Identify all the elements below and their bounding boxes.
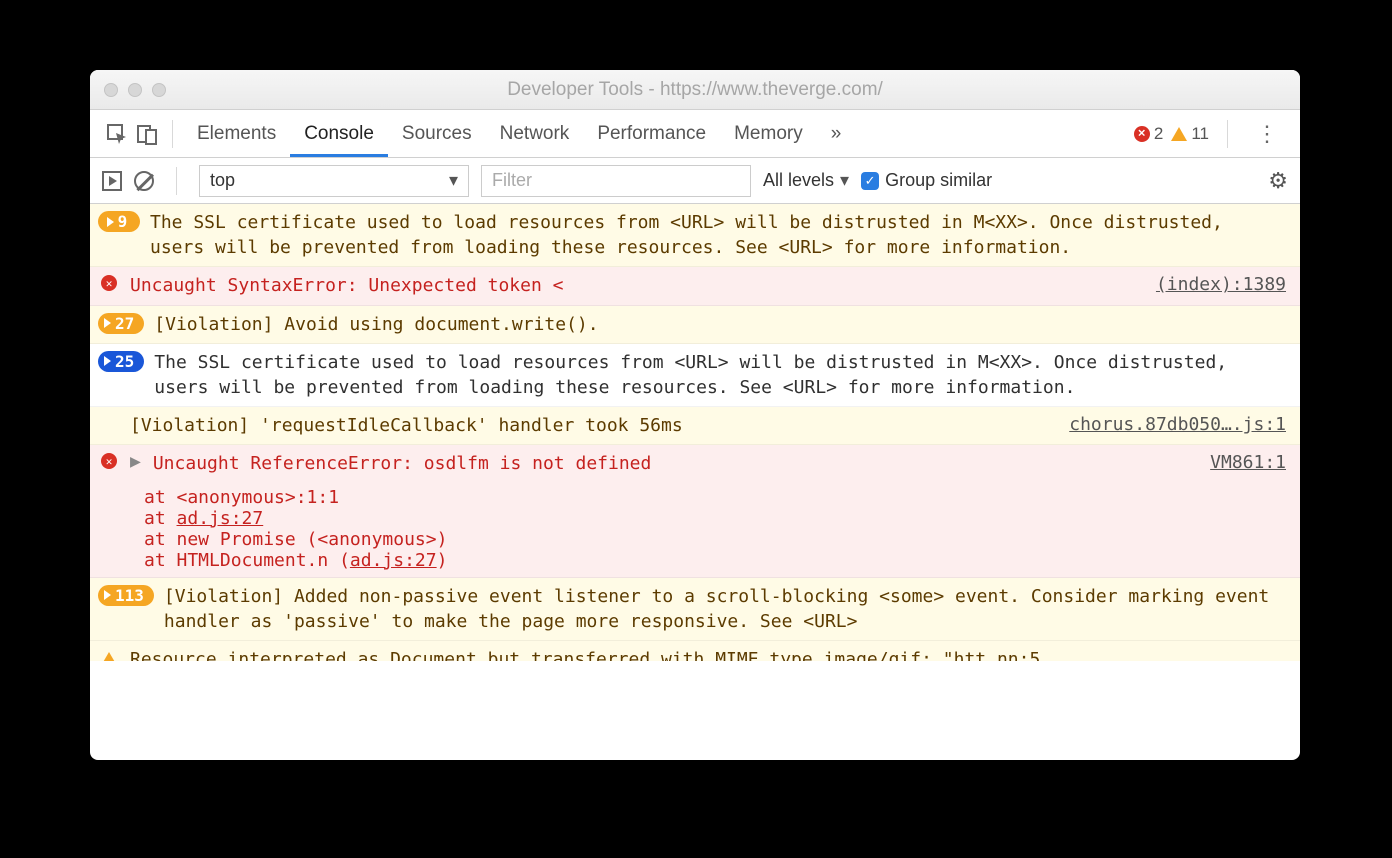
log-message: The SSL certificate used to load resourc…	[154, 350, 1286, 400]
levels-label: All levels	[763, 170, 834, 191]
device-toolbar-icon[interactable]	[132, 119, 162, 149]
warning-count: 11	[1191, 124, 1209, 144]
stack-frame: at HTMLDocument.n (ad.js:27)	[98, 550, 1286, 571]
context-selector[interactable]: top ▾	[199, 165, 469, 197]
log-row[interactable]: 27 [Violation] Avoid using document.writ…	[90, 306, 1300, 344]
error-icon	[101, 275, 117, 291]
tab-elements[interactable]: Elements	[183, 110, 290, 157]
repeat-count-pill: 9	[98, 211, 140, 232]
repeat-count-pill: 113	[98, 585, 154, 606]
log-message: [Violation] 'requestIdleCallback' handle…	[130, 413, 1045, 438]
group-similar-toggle[interactable]: Group similar	[861, 170, 992, 191]
separator	[172, 120, 173, 148]
warning-icon	[102, 652, 116, 661]
toggle-sidebar-icon[interactable]	[102, 171, 122, 191]
log-source-link[interactable]: (index):1389	[1156, 273, 1286, 295]
tab-sources[interactable]: Sources	[388, 110, 486, 157]
log-row[interactable]: 25 The SSL certificate used to load reso…	[90, 344, 1300, 407]
error-icon	[101, 453, 117, 469]
zoom-window-button[interactable]	[152, 83, 166, 97]
error-count-badge[interactable]: 2	[1134, 124, 1163, 144]
spacer	[98, 413, 120, 415]
log-levels-dropdown[interactable]: All levels ▾	[763, 170, 849, 191]
traffic-lights	[104, 83, 166, 97]
stack-frame: at new Promise (<anonymous>)	[98, 529, 1286, 550]
stack-source-link[interactable]: ad.js:27	[350, 550, 437, 571]
devtools-window: Developer Tools - https://www.theverge.c…	[90, 70, 1300, 760]
log-row[interactable]: Uncaught SyntaxError: Unexpected token <…	[90, 267, 1300, 305]
log-row[interactable]: ▶ Uncaught ReferenceError: osdlfm is not…	[90, 445, 1300, 577]
error-count: 2	[1154, 124, 1163, 144]
group-similar-label: Group similar	[885, 170, 992, 191]
separator	[176, 167, 177, 195]
stack-source-link[interactable]: ad.js:27	[177, 508, 264, 529]
log-message: [Violation] Avoid using document.write()…	[154, 312, 1286, 337]
log-row[interactable]: 113 [Violation] Added non-passive event …	[90, 578, 1300, 641]
log-row[interactable]: [Violation] 'requestIdleCallback' handle…	[90, 407, 1300, 445]
log-message: Uncaught SyntaxError: Unexpected token <	[130, 273, 1132, 298]
stack-frame: at ad.js:27	[98, 508, 1286, 529]
log-message: Uncaught ReferenceError: osdlfm is not d…	[153, 451, 1186, 476]
chevron-down-icon: ▾	[449, 170, 458, 191]
warning-count-badge[interactable]: 11	[1171, 124, 1209, 144]
tab-console[interactable]: Console	[290, 110, 388, 157]
log-row[interactable]: 9 The SSL certificate used to load resou…	[90, 204, 1300, 267]
repeat-count-pill: 27	[98, 313, 144, 334]
close-window-button[interactable]	[104, 83, 118, 97]
context-value: top	[210, 170, 235, 191]
warning-icon	[1171, 127, 1187, 141]
minimize-window-button[interactable]	[128, 83, 142, 97]
console-log-area[interactable]: 9 The SSL certificate used to load resou…	[90, 204, 1300, 760]
more-menu-icon[interactable]: ⋮	[1246, 121, 1288, 147]
window-title: Developer Tools - https://www.theverge.c…	[90, 79, 1300, 101]
stack-frame: at <anonymous>:1:1	[98, 487, 1286, 508]
log-row[interactable]: Resource interpreted as Document but tra…	[90, 641, 1300, 661]
chevron-down-icon: ▾	[840, 170, 849, 191]
log-message: Resource interpreted as Document but tra…	[130, 647, 1286, 661]
filter-input[interactable]	[481, 165, 751, 197]
stack-trace: at <anonymous>:1:1 at ad.js:27 at new Pr…	[98, 487, 1286, 571]
log-source-link[interactable]: VM861:1	[1210, 451, 1286, 473]
tab-network[interactable]: Network	[486, 110, 584, 157]
disclosure-triangle-icon[interactable]: ▶	[130, 451, 141, 472]
console-toolbar: top ▾ All levels ▾ Group similar ⚙	[90, 158, 1300, 204]
checkbox-checked-icon	[861, 172, 879, 190]
titlebar: Developer Tools - https://www.theverge.c…	[90, 70, 1300, 110]
error-icon	[1134, 126, 1150, 142]
tab-performance[interactable]: Performance	[583, 110, 720, 157]
inspect-element-icon[interactable]	[102, 119, 132, 149]
panel-tabbar: Elements Console Sources Network Perform…	[90, 110, 1300, 158]
repeat-count-pill: 25	[98, 351, 144, 372]
log-message: The SSL certificate used to load resourc…	[150, 210, 1286, 260]
tabs-overflow[interactable]: »	[817, 110, 856, 157]
separator	[1227, 120, 1228, 148]
log-message: [Violation] Added non-passive event list…	[164, 584, 1286, 634]
log-source-link[interactable]: chorus.87db050….js:1	[1069, 413, 1286, 435]
clear-console-icon[interactable]	[134, 171, 154, 191]
tab-memory[interactable]: Memory	[720, 110, 817, 157]
console-settings-icon[interactable]: ⚙	[1268, 168, 1288, 194]
